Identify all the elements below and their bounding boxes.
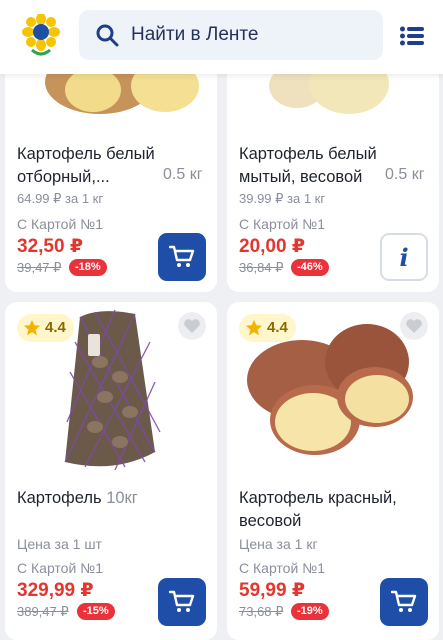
cart-icon [169,245,195,267]
menu-list-icon[interactable] [400,26,424,46]
old-price: 389,47 ₽ [17,604,69,619]
search-bar[interactable]: Найти в Ленте [79,10,383,60]
product-card[interactable]: Картофель белый мытый, весовой 0.5 кг 39… [227,40,439,292]
add-to-cart-button[interactable] [158,578,206,626]
rating-value: 4.4 [267,319,288,336]
heart-icon [184,319,200,333]
cart-icon [169,590,195,612]
title-line: Картофель белый [239,145,377,163]
card-label: С Картой №1 [17,560,103,576]
search-icon [96,24,119,47]
star-icon [23,319,41,336]
add-to-cart-button[interactable] [158,233,206,281]
unit-price: Цена за 1 шт [17,536,102,552]
product-title[interactable]: Картофель 10кг [17,487,138,510]
favorite-button[interactable] [178,312,206,340]
rating-value: 4.4 [45,319,66,336]
unit-price: 64.99 ₽ за 1 кг [17,191,104,206]
unit-price: 39.99 ₽ за 1 кг [239,191,326,206]
heart-icon [406,319,422,333]
title-line: весовой [239,512,302,530]
old-price: 73,68 ₽ [239,604,284,619]
title-main: Картофель [17,489,102,507]
title-line: отборный,... [17,168,110,186]
unit-price: Цена за 1 кг [239,536,318,552]
card-label: С Картой №1 [17,216,103,232]
title-line: Картофель белый [17,145,155,163]
star-icon [245,319,263,336]
price: 20,00 ₽ [239,236,306,257]
old-price: 39,47 ₽ [17,260,62,275]
old-price: 36,84 ₽ [239,260,284,275]
info-button[interactable]: i [380,233,428,281]
add-to-cart-button[interactable] [380,578,428,626]
lenta-sunflower-logo[interactable] [22,14,60,58]
product-weight: 0.5 кг [385,166,425,183]
price: 329,99 ₽ [17,580,94,601]
discount-badge: -18% [69,259,107,276]
product-card[interactable]: Картофель белый отборный,... 0.5 кг 64.9… [5,40,217,292]
rating-badge: 4.4 [239,314,296,342]
product-card[interactable]: 4.4 Картофель 10кг Цена за 1 шт С Картой… [5,302,217,640]
search-placeholder: Найти в Ленте [131,24,259,45]
product-title[interactable]: Картофель белый мытый, весовой [239,143,377,189]
card-label: С Картой №1 [239,560,325,576]
price: 32,50 ₽ [17,236,84,257]
discount-badge: -15% [77,603,115,620]
info-icon: i [399,243,409,272]
product-card[interactable]: 4.4 Картофель красный, весовой Цена за 1… [227,302,439,640]
title-weight: 10кг [106,489,138,507]
favorite-button[interactable] [400,312,428,340]
discount-badge: -46% [291,259,329,276]
product-title[interactable]: Картофель белый отборный,... [17,143,155,189]
rating-badge: 4.4 [17,314,74,342]
price: 59,99 ₽ [239,580,306,601]
title-line: мытый, весовой [239,168,363,186]
discount-badge: -19% [291,603,329,620]
product-weight: 0.5 кг [163,166,203,183]
card-label: С Картой №1 [239,216,325,232]
title-line: Картофель красный, [239,489,397,507]
cart-icon [391,590,417,612]
product-title[interactable]: Картофель красный, весовой [239,487,397,533]
app-header: Найти в Ленте [0,0,443,74]
